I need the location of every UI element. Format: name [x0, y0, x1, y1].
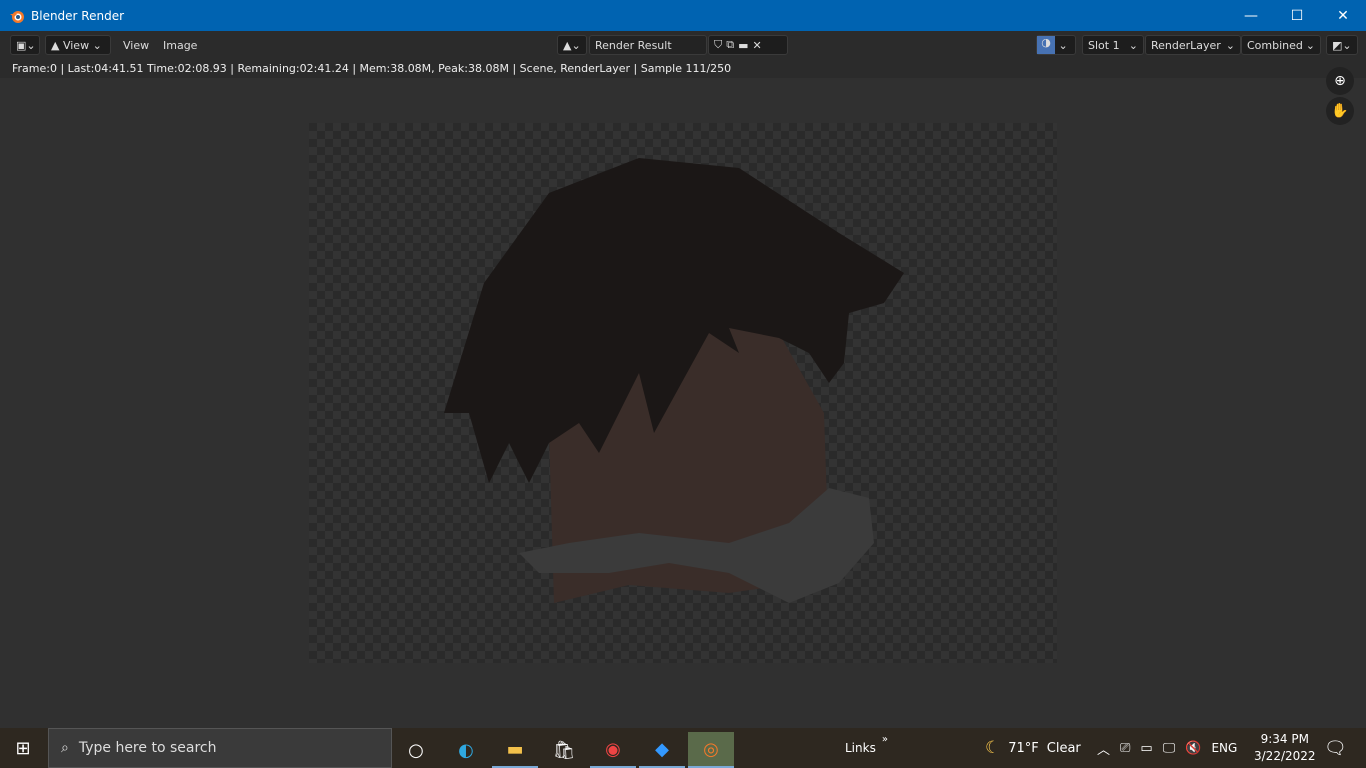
image-icon: ▲⌄	[563, 38, 581, 52]
blender-icon: ◎	[703, 738, 719, 760]
chrome-taskbar-button[interactable]: ◉	[590, 732, 636, 768]
cortana-button[interactable]: ○	[393, 732, 439, 768]
store-bag-icon: 🛍	[552, 739, 576, 761]
weather-desc: Clear	[1046, 740, 1081, 756]
gizmo-toggle[interactable]: ◑ ⌄	[1036, 35, 1076, 55]
clock-date: 3/22/2022	[1254, 749, 1316, 763]
layer-label: RenderLayer	[1151, 38, 1221, 52]
rendered-hair-model	[444, 158, 904, 603]
search-icon: ⌕	[61, 740, 69, 756]
taskbar-search-box[interactable]: ⌕ Type here to search	[48, 728, 392, 768]
cortana-circle-icon: ○	[408, 739, 424, 761]
fake-user-shield-icon[interactable]: ⛉	[714, 38, 722, 52]
battery-icon[interactable]: ▭	[1140, 741, 1152, 756]
render-pass-dropdown[interactable]: Combined ⌄	[1241, 35, 1321, 55]
chrome-icon: ◉	[605, 738, 621, 760]
minimize-button[interactable]: —	[1228, 0, 1274, 31]
roblox-studio-taskbar-button[interactable]: ◆	[639, 732, 685, 768]
language-indicator[interactable]: ENG	[1211, 741, 1237, 755]
duplicate-icon[interactable]: ⧉	[726, 38, 734, 52]
view-mode-dropdown[interactable]: ▲ View ⌄	[45, 35, 111, 55]
hand-icon: ✋	[1331, 103, 1349, 119]
render-layer-dropdown[interactable]: RenderLayer ⌄	[1145, 35, 1241, 55]
system-tray: ︿ ⎚ ▭ 🖵 🔇 ENG	[1097, 728, 1237, 768]
blender-taskbar-button[interactable]: ◎	[688, 732, 734, 768]
window-title: Blender Render	[31, 8, 125, 23]
unlink-close-icon[interactable]: ✕	[753, 39, 762, 52]
slot-dropdown[interactable]: Slot 1 ⌄	[1082, 35, 1144, 55]
weather-temp: 71°F	[1008, 740, 1039, 756]
clock-time: 9:34 PM	[1260, 732, 1309, 746]
moon-icon: ☾	[985, 738, 1001, 758]
view-mode-label: View	[62, 38, 90, 52]
zoom-button[interactable]: ⊕	[1326, 67, 1354, 95]
windows-taskbar: ⊞ ⌕ Type here to search ○ ◐ ▬ 🛍 ◉ ◆ ◎ Lin…	[0, 728, 1366, 768]
folder-icon[interactable]: ▬	[738, 39, 748, 52]
maximize-button[interactable]: ☐	[1274, 0, 1320, 31]
chevron-double-icon: »	[881, 733, 888, 745]
browse-image-button[interactable]: ▲⌄	[557, 35, 587, 55]
roblox-studio-icon: ◆	[655, 738, 669, 760]
slot-label: Slot 1	[1088, 38, 1120, 52]
search-placeholder: Type here to search	[78, 740, 217, 756]
weather-widget[interactable]: ☾ 71°F Clear	[985, 728, 1081, 768]
meet-now-icon[interactable]: ⎚	[1120, 741, 1130, 756]
start-button[interactable]: ⊞	[0, 730, 46, 766]
store-taskbar-button[interactable]: 🛍	[541, 732, 587, 768]
display-channels-dropdown[interactable]: ◩⌄	[1326, 35, 1358, 55]
image-viewport[interactable]: ⊕ ✋	[0, 67, 1366, 728]
pass-label: Combined	[1247, 38, 1303, 52]
volume-muted-icon[interactable]: 🔇	[1185, 741, 1201, 756]
show-hidden-icons-chevron-icon[interactable]: ︿	[1097, 739, 1110, 758]
links-label: Links	[845, 741, 876, 755]
title-bar: Blender Render — ☐ ✕	[0, 0, 1366, 31]
notification-icon: 🗨	[1324, 737, 1347, 759]
folder-icon: ▬	[506, 738, 524, 760]
editor-type-button[interactable]: ▣⌄	[10, 35, 40, 55]
edge-taskbar-button[interactable]: ◐	[443, 732, 489, 768]
file-explorer-taskbar-button[interactable]: ▬	[492, 732, 538, 768]
zoom-in-icon: ⊕	[1334, 73, 1346, 89]
windows-logo-icon: ⊞	[15, 737, 31, 759]
menu-view[interactable]: View	[123, 39, 149, 52]
action-center-button[interactable]: 🗨	[1324, 728, 1347, 768]
pan-button[interactable]: ✋	[1326, 97, 1354, 125]
network-icon[interactable]: 🖵	[1163, 741, 1176, 756]
image-icon: ▲	[51, 38, 63, 52]
blender-logo-icon	[10, 10, 24, 23]
render-result-image	[309, 123, 1057, 663]
render-status-text: Frame:0 | Last:04:41.51 Time:02:08.93 | …	[0, 58, 1366, 78]
channels-icon: ◩⌄	[1332, 38, 1352, 52]
clock[interactable]: 9:34 PM 3/22/2022	[1254, 728, 1316, 768]
image-editor-icon: ▣⌄	[16, 38, 36, 52]
edge-icon: ◐	[458, 739, 474, 761]
image-actions: ⛉ ⧉ ▬ ✕	[708, 35, 788, 55]
close-button[interactable]: ✕	[1320, 0, 1366, 31]
image-editor-header: ▣⌄ ▲ View ⌄ View Image ▲⌄ Render Result …	[0, 31, 1366, 58]
links-toolbar[interactable]: Links »	[845, 728, 888, 768]
menu-image[interactable]: Image	[163, 39, 197, 52]
image-name-field[interactable]: Render Result	[589, 35, 707, 55]
overlay-icon: ◑	[1037, 36, 1055, 54]
